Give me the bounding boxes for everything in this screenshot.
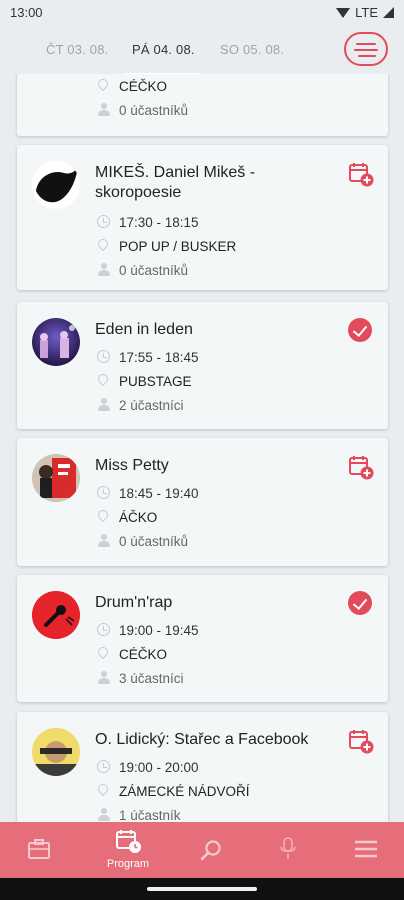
place-pin-icon [95,371,111,387]
event-place: CÉČKO [95,76,167,95]
add-to-calendar-icon[interactable] [348,454,374,480]
event-title: MIKEŠ. Daniel Mikeš - skoropoesie [95,164,256,201]
event-card[interactable]: Eden in leden 17:55 - 18:45 PUBSTAGE 2 ú… [17,302,388,429]
event-title: Eden in leden [95,321,193,338]
clock-icon [97,350,110,363]
event-avatar [32,161,80,209]
event-place: PUBSTAGE [95,371,192,390]
network-label: LTE [355,5,378,20]
event-place: POP UP / BUSKER [95,236,236,255]
event-time: 17:30 - 18:15 [95,213,199,231]
event-avatar [32,318,80,366]
status-bar: 13:00 LTE [0,0,404,26]
nav-program[interactable]: Program [98,822,158,878]
event-card[interactable]: Drum'n'rap 19:00 - 19:45 CÉČKO 3 účastní… [17,575,388,702]
event-time: 19:00 - 20:00 [95,758,199,776]
filter-menu-button[interactable] [344,32,388,66]
search-icon [200,840,221,861]
event-participants: 0 účastníků [95,101,188,119]
event-title: Drum'n'rap [95,594,173,611]
status-icons: LTE [336,5,394,20]
event-participants: 1 účastník [95,806,181,822]
joined-check-icon[interactable] [348,318,374,344]
nav-tickets[interactable] [9,822,69,878]
event-avatar [32,591,80,639]
place-pin-icon [95,507,111,523]
event-time: 18:45 - 19:40 [95,484,199,502]
event-place: CÉČKO [95,644,167,663]
event-place: ÁČKO [95,507,157,526]
event-card[interactable]: O. Lidický: Stařec a Facebook 19:00 - 20… [17,712,388,822]
ticket-icon [28,839,50,859]
event-avatar [32,454,80,502]
place-pin-icon [95,236,111,252]
add-to-calendar-icon[interactable] [348,728,374,754]
event-participants: 2 účastníci [95,396,184,414]
event-title: O. Lidický: Stařec a Facebook [95,731,309,748]
place-pin-icon [95,644,111,660]
joined-check-icon[interactable] [348,591,374,617]
home-gesture-handle[interactable] [147,887,257,891]
event-list[interactable]: CÉČKO 0 účastníků MIKEŠ. Daniel Mikeš - … [0,74,404,822]
menu-icon [355,840,377,858]
place-pin-icon [95,76,111,92]
event-time: 19:00 - 19:45 [95,621,199,639]
clock-icon [97,760,110,773]
clock-icon [97,623,110,636]
tab-day-thursday[interactable]: ČT 03. 08. [46,42,108,57]
event-card[interactable]: MIKEŠ. Daniel Mikeš - skoropoesie 17:30 … [17,145,388,290]
event-avatar [32,728,80,776]
place-pin-icon [95,781,111,797]
day-tabs-header: ČT 03. 08. PÁ 04. 08. SO 05. 08. [0,26,404,76]
tab-day-saturday[interactable]: SO 05. 08. [220,42,284,57]
system-navigation-bar [0,878,404,900]
nav-search[interactable] [181,822,241,878]
event-card[interactable]: CÉČKO 0 účastníků [17,74,388,136]
nav-podcast[interactable] [258,822,318,878]
event-place: ZÁMECKÉ NÁDVOŘÍ [95,781,250,800]
nav-menu[interactable] [336,822,396,878]
status-time: 13:00 [10,5,43,20]
wifi-icon [336,7,351,18]
microphone-icon [280,837,296,859]
event-participants: 0 účastníků [95,532,188,550]
event-card[interactable]: Miss Petty 18:45 - 19:40 ÁČKO 0 účastník… [17,438,388,566]
event-title: Miss Petty [95,457,169,474]
event-time: 17:55 - 18:45 [95,348,199,366]
tab-day-friday[interactable]: PÁ 04. 08. [132,42,195,57]
event-participants: 3 účastníci [95,669,184,687]
clock-icon [97,215,110,228]
program-calendar-icon [116,830,141,853]
event-participants: 0 účastníků [95,261,188,279]
nav-program-label: Program [106,858,150,870]
add-to-calendar-icon[interactable] [348,161,374,187]
bottom-navigation: Program [0,822,404,878]
filter-line-icon [356,43,376,45]
signal-icon [383,7,394,18]
clock-icon [97,486,110,499]
